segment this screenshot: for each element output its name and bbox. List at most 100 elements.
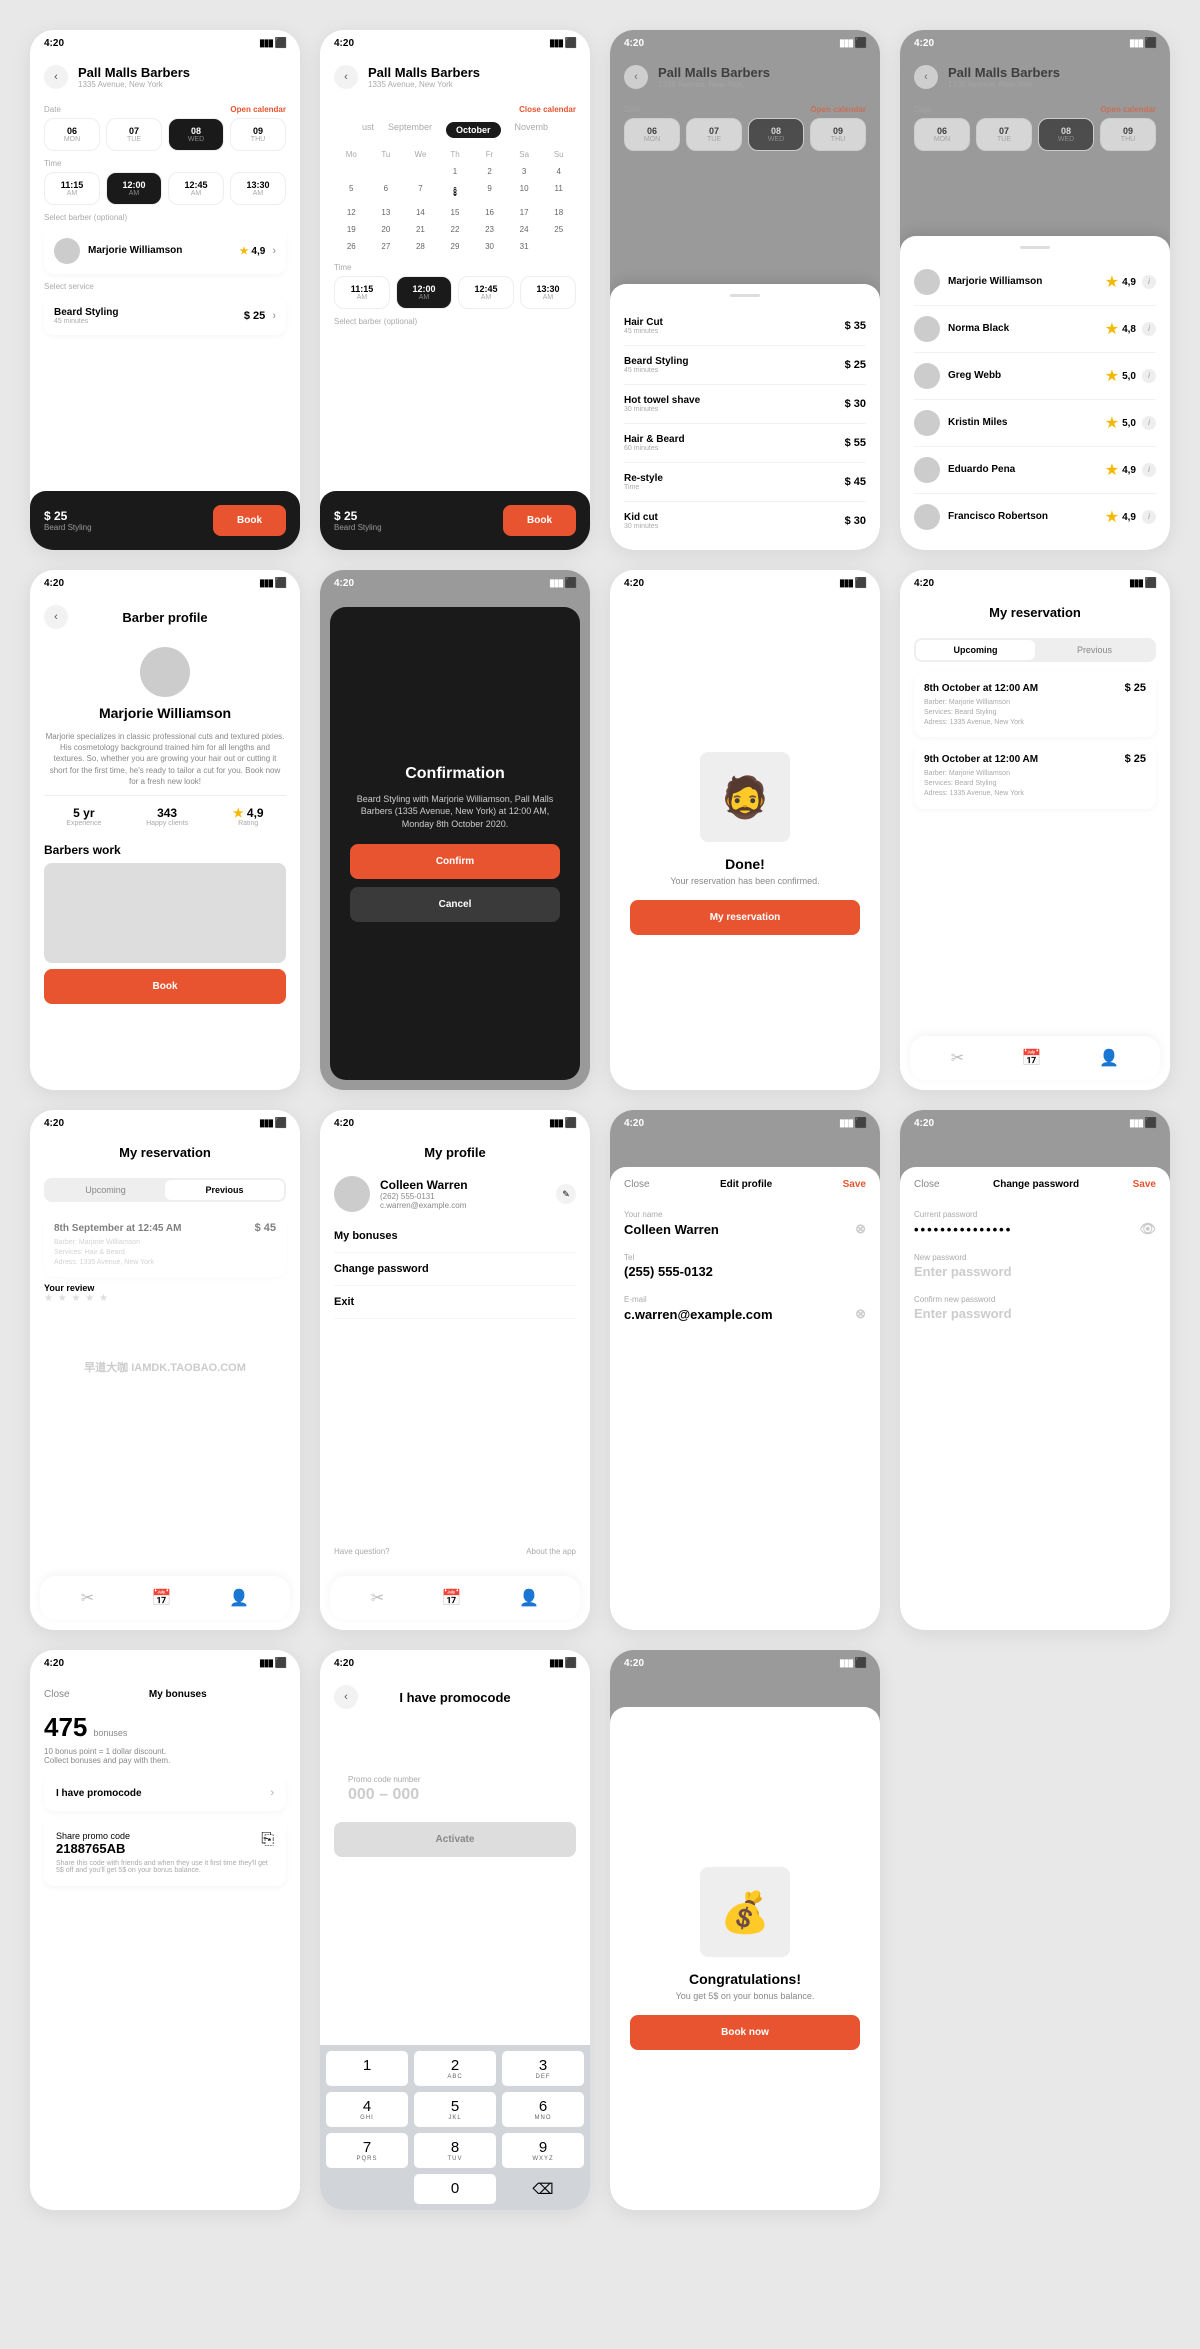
email-field[interactable]: E-mailc.warren@example.com⊗: [610, 1287, 880, 1330]
date-pill[interactable]: 06MON: [44, 118, 100, 151]
keypad-key[interactable]: 3DEF: [502, 2051, 584, 2086]
barber-row[interactable]: Greg Webb★5,0i: [914, 353, 1156, 400]
reservation-card[interactable]: 9th October at 12:00 AMBarber: Marjorie …: [914, 743, 1156, 808]
my-reservation-button[interactable]: My reservation: [630, 900, 860, 935]
promo-code-input[interactable]: Promo code number000 – 000: [334, 1767, 576, 1812]
service-row[interactable]: Hot towel shave30 minutes$ 30: [624, 385, 866, 424]
edit-button[interactable]: ✎: [556, 1184, 576, 1204]
calendar[interactable]: MoTuWeThFrSaSu 1234 567891011 1213141516…: [334, 150, 576, 255]
barbers-bottom-sheet[interactable]: Marjorie Williamson★4,9iNorma Black★4,8i…: [900, 236, 1170, 550]
activate-button[interactable]: Activate: [334, 1822, 576, 1857]
time-pill[interactable]: 11:15AM: [44, 172, 100, 205]
service-row[interactable]: Hair & Beard60 minutes$ 55: [624, 424, 866, 463]
back-button[interactable]: ‹: [44, 605, 68, 629]
book-now-button[interactable]: Book now: [630, 2015, 860, 2050]
about-app-link[interactable]: About the app: [526, 1547, 576, 1556]
time-pill[interactable]: 13:30AM: [230, 172, 286, 205]
tab-scissors-icon[interactable]: ✂: [951, 1048, 964, 1068]
keypad-key[interactable]: 9WXYZ: [502, 2133, 584, 2168]
service-row[interactable]: Re-styleTime$ 45: [624, 463, 866, 502]
close-button[interactable]: Close: [624, 1179, 650, 1190]
save-button[interactable]: Save: [1133, 1179, 1156, 1190]
save-button[interactable]: Save: [843, 1179, 866, 1190]
info-icon[interactable]: i: [1142, 275, 1156, 289]
name-field[interactable]: Your nameColleen Warren⊗: [610, 1202, 880, 1245]
back-button[interactable]: ‹: [334, 1685, 358, 1709]
tab-scissors-icon[interactable]: ✂: [81, 1588, 94, 1608]
tab-profile-icon[interactable]: 👤: [1099, 1048, 1119, 1068]
barber-selector[interactable]: Marjorie Williamson ★4,9›: [44, 228, 286, 274]
book-button[interactable]: Book: [503, 505, 576, 536]
review-stars[interactable]: ★ ★ ★ ★ ★: [44, 1293, 286, 1304]
sheet-handle[interactable]: [1020, 246, 1050, 249]
tel-field[interactable]: Tel(255) 555-0132: [610, 1245, 880, 1287]
info-icon[interactable]: i: [1142, 463, 1156, 477]
keypad-key[interactable]: 4GHI: [326, 2092, 408, 2127]
book-button[interactable]: Book: [213, 505, 286, 536]
have-question-link[interactable]: Have question?: [334, 1547, 390, 1556]
services-bottom-sheet[interactable]: Hair Cut45 minutes$ 35Beard Styling45 mi…: [610, 284, 880, 550]
service-row[interactable]: Kid cut30 minutes$ 30: [624, 502, 866, 540]
info-icon[interactable]: i: [1142, 322, 1156, 336]
cancel-button[interactable]: Cancel: [350, 887, 560, 922]
new-password-field[interactable]: New passwordEnter password: [900, 1245, 1170, 1287]
tab-scissors-icon[interactable]: ✂: [371, 1588, 384, 1608]
keypad-key[interactable]: [326, 2174, 408, 2204]
tab-profile-icon[interactable]: 👤: [229, 1588, 249, 1608]
confirm-button[interactable]: Confirm: [350, 844, 560, 879]
barber-row[interactable]: Norma Black★4,8i: [914, 306, 1156, 353]
keypad-key[interactable]: 0: [414, 2174, 496, 2204]
tab-calendar-icon[interactable]: 📅: [1022, 1048, 1042, 1068]
tab-calendar-icon[interactable]: 📅: [152, 1588, 172, 1608]
month-selector[interactable]: ustSeptemberOctoberNovemb: [334, 118, 576, 142]
back-button[interactable]: ‹: [334, 65, 358, 89]
sheet-handle[interactable]: [730, 294, 760, 297]
close-button[interactable]: Close: [914, 1179, 940, 1190]
barber-row[interactable]: Marjorie Williamson★4,9i: [914, 259, 1156, 306]
time-pill[interactable]: 11:15AM: [334, 276, 390, 309]
tab-calendar-icon[interactable]: 📅: [442, 1588, 462, 1608]
segment-control[interactable]: UpcomingPrevious: [914, 638, 1156, 662]
barber-row[interactable]: Kristin Miles★5,0i: [914, 400, 1156, 447]
clear-icon[interactable]: ⊗: [855, 1306, 866, 1322]
tab-profile-icon[interactable]: 👤: [519, 1588, 539, 1608]
menu-exit[interactable]: Exit: [334, 1286, 576, 1319]
keypad-key[interactable]: 7PQRS: [326, 2133, 408, 2168]
service-row[interactable]: Hair Cut45 minutes$ 35: [624, 307, 866, 346]
service-selector[interactable]: Beard Styling45 minutes $ 25 ›: [44, 297, 286, 335]
menu-change-password[interactable]: Change password: [334, 1253, 576, 1286]
close-calendar-link[interactable]: Close calendar: [519, 105, 576, 114]
barber-row[interactable]: Eduardo Pena★4,9i: [914, 447, 1156, 494]
keypad-key[interactable]: 2ABC: [414, 2051, 496, 2086]
menu-bonuses[interactable]: My bonuses: [334, 1220, 576, 1253]
reservation-card[interactable]: 8th October at 12:00 AMBarber: Marjorie …: [914, 672, 1156, 737]
copy-icon[interactable]: ⎘: [261, 1831, 274, 1856]
clear-icon[interactable]: ⊗: [855, 1221, 866, 1237]
confirm-password-field[interactable]: Confirm new passwordEnter password: [900, 1287, 1170, 1329]
time-pill[interactable]: 12:45AM: [458, 276, 514, 309]
time-pill[interactable]: 12:45AM: [168, 172, 224, 205]
keypad-key[interactable]: 8TUV: [414, 2133, 496, 2168]
reservation-card-past[interactable]: 8th September at 12:45 AMBarber: Marjori…: [44, 1212, 286, 1277]
keypad-key[interactable]: 1: [326, 2051, 408, 2086]
date-pill-active[interactable]: 08WED: [168, 118, 224, 151]
time-pill-active[interactable]: 12:00AM: [106, 172, 162, 205]
keypad-key[interactable]: ⌫: [502, 2174, 584, 2204]
back-button[interactable]: ‹: [44, 65, 68, 89]
date-pill[interactable]: 07TUE: [106, 118, 162, 151]
info-icon[interactable]: i: [1142, 416, 1156, 430]
back-button[interactable]: ‹: [914, 65, 938, 89]
segment-control[interactable]: UpcomingPrevious: [44, 1178, 286, 1202]
barber-row[interactable]: Francisco Robertson★4,9i: [914, 494, 1156, 540]
info-icon[interactable]: i: [1142, 369, 1156, 383]
date-pill[interactable]: 09THU: [230, 118, 286, 151]
service-row[interactable]: Beard Styling45 minutes$ 25: [624, 346, 866, 385]
eye-icon[interactable]: 👁: [1139, 1221, 1156, 1237]
book-button[interactable]: Book: [44, 969, 286, 1004]
info-icon[interactable]: i: [1142, 510, 1156, 524]
keypad-key[interactable]: 5JKL: [414, 2092, 496, 2127]
close-button[interactable]: Close: [44, 1689, 70, 1700]
keypad-key[interactable]: 6MNO: [502, 2092, 584, 2127]
open-calendar-link[interactable]: Open calendar: [230, 105, 286, 114]
promocode-row[interactable]: I have promocode›: [44, 1775, 286, 1811]
